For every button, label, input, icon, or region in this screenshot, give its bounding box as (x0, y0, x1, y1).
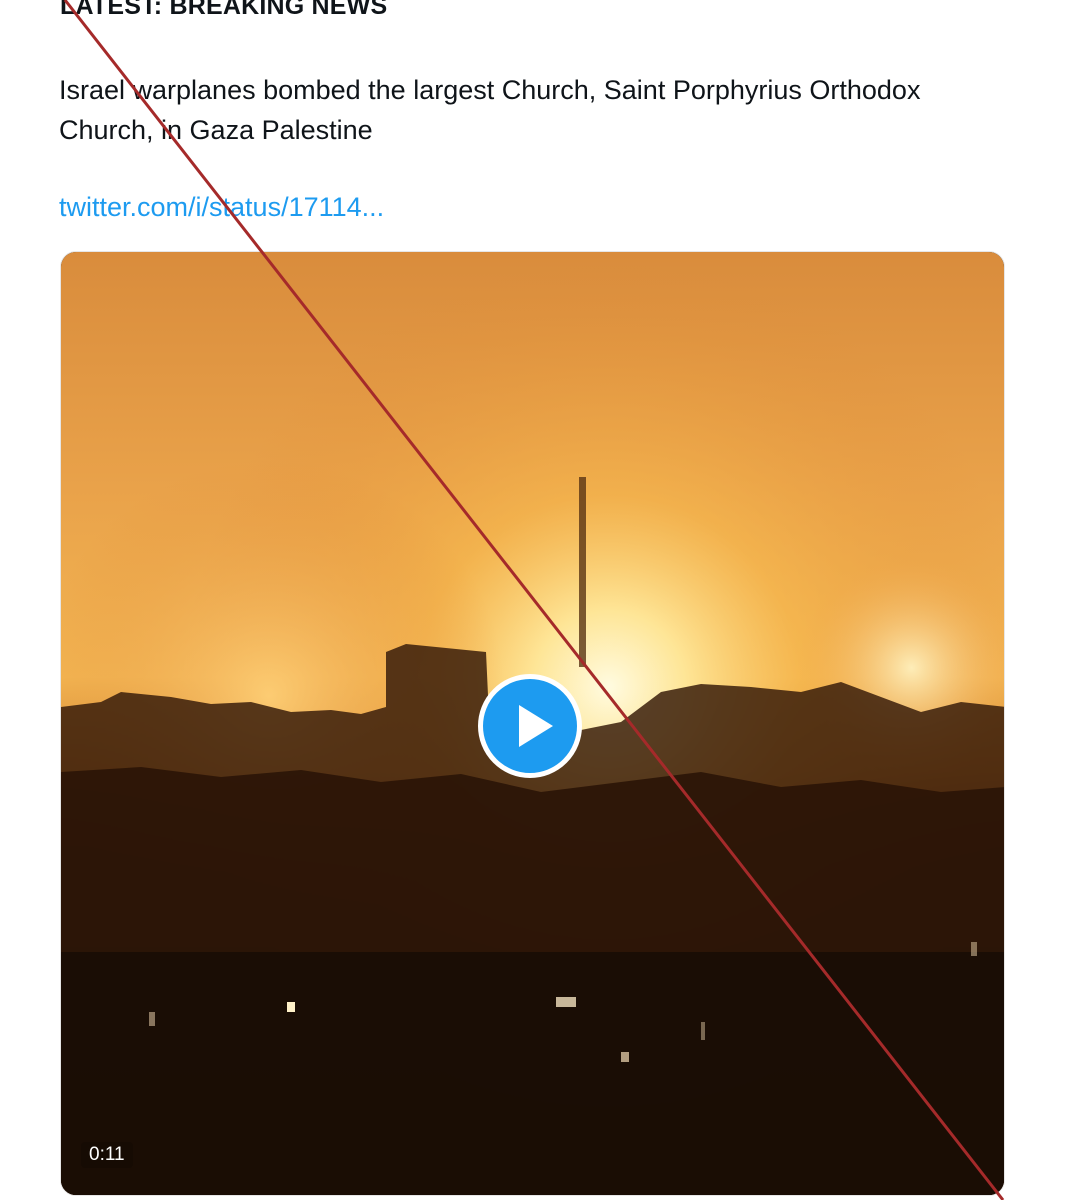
post-body: Israel warplanes bombed the largest Chur… (59, 70, 1019, 150)
post-body-line-2: Church, in Gaza Palestine (59, 115, 373, 145)
tweet-link[interactable]: twitter.com/i/status/17114... (59, 192, 384, 223)
video-player[interactable]: 0:11 (60, 251, 1005, 1196)
post-headline: LATEST: BREAKING NEWS (60, 0, 388, 20)
page: LATEST: BREAKING NEWS Israel warplanes b… (0, 0, 1068, 1200)
play-button[interactable] (478, 674, 582, 778)
video-duration: 0:11 (81, 1142, 133, 1168)
post-body-line-1: Israel warplanes bombed the largest Chur… (59, 75, 921, 105)
play-icon (519, 705, 553, 747)
